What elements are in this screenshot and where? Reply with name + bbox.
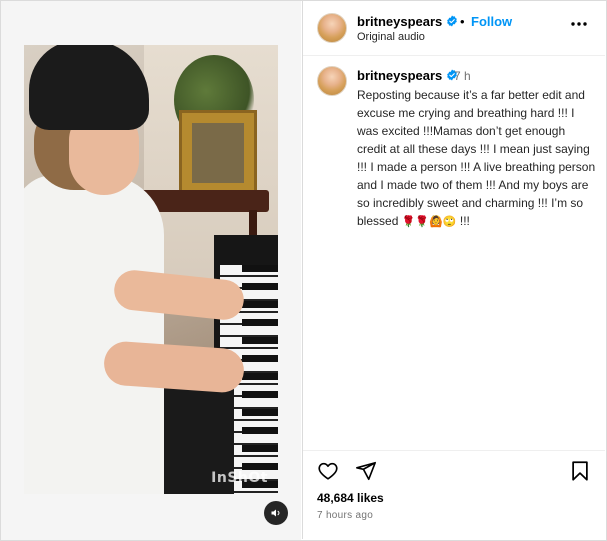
bookmark-icon[interactable]: [569, 460, 591, 482]
audio-label[interactable]: Original audio: [357, 31, 425, 43]
caption-username-text: britneyspears: [357, 68, 443, 83]
share-icon[interactable]: [355, 460, 377, 482]
caption-text: Reposting because it’s a far better edit…: [357, 86, 597, 231]
avatar[interactable]: [317, 13, 347, 43]
media-panel: InShOt: [1, 1, 301, 540]
post-timestamp[interactable]: 7 h: [454, 69, 471, 83]
video-scene-shirt: [24, 175, 164, 494]
like-count[interactable]: 48,684 likes: [317, 491, 384, 505]
caption-avatar[interactable]: [317, 66, 347, 96]
video-watermark: InShOt: [211, 470, 268, 486]
caption-body: Reposting because it’s a far better edit…: [357, 88, 596, 228]
caption-username-link[interactable]: britneyspears: [357, 68, 458, 83]
username-link[interactable]: britneyspears: [357, 14, 458, 29]
video-scene-piano-black-keys: [242, 265, 278, 494]
username-text: britneyspears: [357, 14, 443, 29]
caption-emojis: 🌹🌹🙆🙄: [401, 215, 457, 228]
separator-dot: •: [460, 14, 465, 29]
post-header: britneyspears • Follow Original audio: [303, 1, 605, 56]
verified-badge-icon: [447, 15, 458, 27]
heart-icon[interactable]: [317, 460, 339, 482]
video-scene-beanie: [29, 45, 149, 130]
actions-section: 48,684 likes 7 hours ago: [303, 450, 605, 541]
follow-button[interactable]: Follow: [471, 14, 512, 29]
speaker-icon: [271, 509, 280, 517]
post-date[interactable]: 7 hours ago: [317, 510, 373, 521]
caption-tail: !!!: [459, 214, 470, 228]
mute-button[interactable]: [264, 501, 288, 525]
more-options-icon[interactable]: [569, 18, 589, 30]
video-scene-picture-frame: [179, 110, 257, 198]
video-player[interactable]: InShOt: [24, 45, 278, 494]
